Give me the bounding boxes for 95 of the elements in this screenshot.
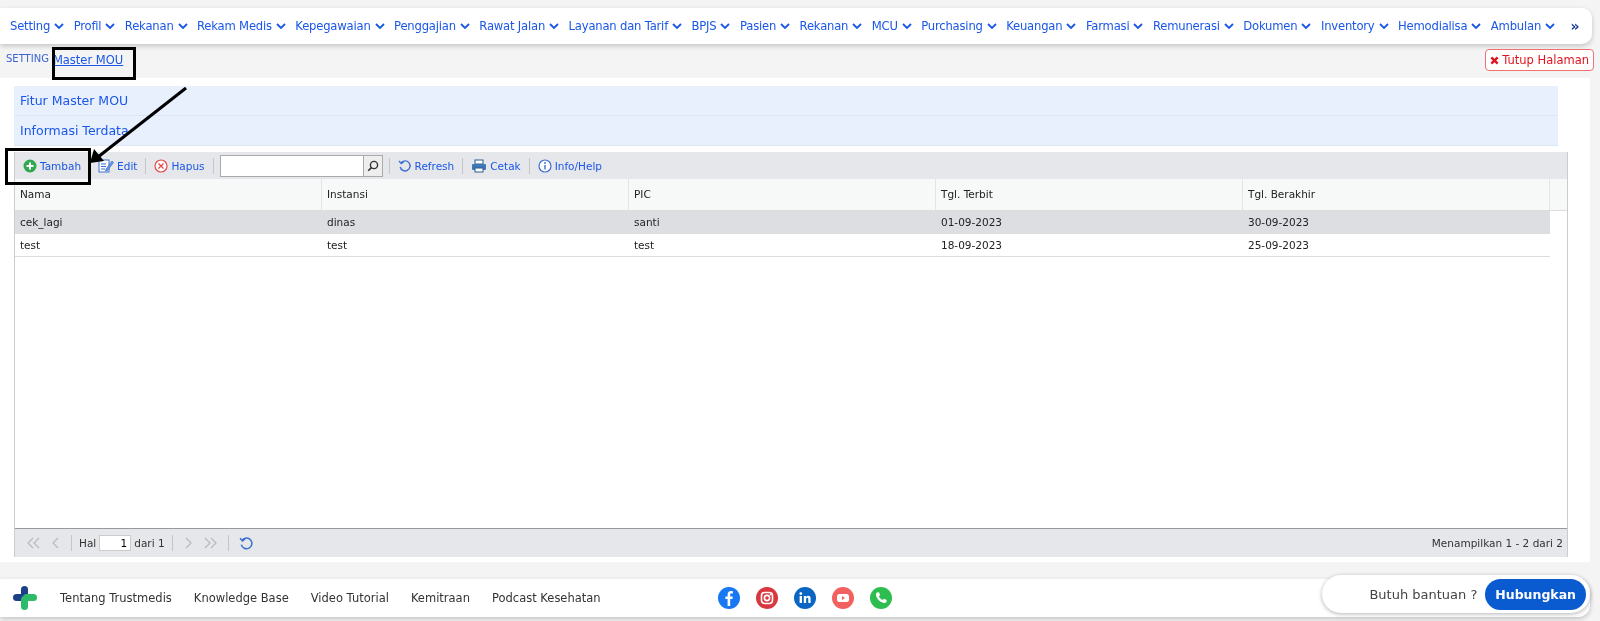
- column-header[interactable]: Tgl. Terbit: [936, 179, 1243, 210]
- refresh-icon: [397, 158, 412, 173]
- menu-item[interactable]: Ambulan: [1490, 19, 1556, 33]
- linkedin-icon[interactable]: [793, 587, 816, 609]
- chevron-down-icon: [1545, 21, 1556, 31]
- menu-item[interactable]: Keuangan: [1006, 19, 1077, 33]
- printer-icon: [471, 158, 488, 173]
- menu-item[interactable]: Profil: [73, 19, 116, 33]
- table-cell-text: test: [326, 238, 349, 253]
- record-summary: Menampilkan 1 - 2 dari 2: [1431, 537, 1563, 549]
- chevron-down-icon: [672, 21, 682, 31]
- table-cell-text: test: [633, 238, 656, 253]
- delete-icon: [154, 158, 169, 173]
- footer-link[interactable]: Podcast Kesehatan: [491, 591, 601, 605]
- chevron-down-icon: [901, 21, 912, 31]
- menu-item[interactable]: Farmasi: [1085, 19, 1144, 33]
- search-icon[interactable]: [362, 155, 382, 176]
- table-cell-text: dinas: [326, 215, 357, 230]
- chevron-down-icon: [780, 21, 791, 31]
- table-cell-text: cek_lagi: [19, 215, 64, 231]
- menu-item[interactable]: MCU: [871, 19, 912, 33]
- menu-item[interactable]: Rekanan: [124, 19, 188, 33]
- menu-item[interactable]: Inventory: [1320, 19, 1389, 33]
- section-header: Informasi Terdata: [14, 116, 1558, 146]
- cross-logo-icon: [12, 585, 38, 611]
- menu-item[interactable]: Hemodialisa: [1398, 19, 1482, 33]
- chevron-down-icon: [1378, 21, 1389, 31]
- chevron-down-icon: [177, 21, 188, 31]
- refresh-button[interactable]: Refresh: [395, 156, 457, 175]
- column-header[interactable]: Tgl. Berakhir: [1243, 179, 1550, 210]
- table-cell-text: 25-09-2023: [1247, 238, 1311, 253]
- footer-link[interactable]: Tentang Trustmedis: [60, 591, 172, 605]
- page-count: dari 1: [134, 537, 165, 549]
- help-prompt: Butuh bantuan ?: [1369, 586, 1478, 602]
- close-page-button[interactable]: Tutup Halaman: [1485, 49, 1594, 71]
- menu-item[interactable]: Setting: [10, 19, 65, 33]
- delete-button[interactable]: Hapus: [152, 156, 207, 175]
- page-number-field[interactable]: 1: [99, 535, 132, 551]
- column-header[interactable]: PIC: [629, 179, 936, 210]
- column-header[interactable]: Instansi: [322, 179, 629, 210]
- menu-item[interactable]: Pasien: [739, 19, 791, 33]
- chevron-down-icon: [1133, 21, 1144, 31]
- chevron-down-icon: [105, 21, 116, 31]
- chevron-down-icon: [374, 21, 385, 31]
- table-row[interactable]: test test test 18-09-2023 25-09-2023: [15, 234, 1550, 257]
- table-cell-text: santi: [633, 215, 661, 230]
- menu-item[interactable]: Layanan dan Tarif: [568, 19, 682, 33]
- footer-link[interactable]: Kemitraan: [410, 591, 470, 605]
- menu-item[interactable]: Purchasing: [921, 19, 997, 33]
- chevron-down-icon: [549, 21, 560, 31]
- chevron-down-icon: [1471, 21, 1482, 31]
- add-button[interactable]: Tambah: [21, 156, 84, 175]
- menu-item[interactable]: Penggajian: [394, 19, 470, 33]
- chevron-down-icon: [459, 21, 470, 31]
- menu-item[interactable]: Kepegawaian: [295, 19, 385, 33]
- footer-link[interactable]: Knowledge Base: [193, 591, 289, 605]
- more-menu-button[interactable]: »: [1570, 18, 1580, 34]
- instagram-icon[interactable]: [755, 587, 778, 609]
- footer-link[interactable]: Video Tutorial: [310, 591, 389, 605]
- chevron-down-icon: [852, 21, 863, 31]
- facebook-icon[interactable]: [717, 587, 740, 609]
- table-cell-text: 30-09-2023: [1247, 215, 1311, 230]
- contact-button[interactable]: Hubungkan: [1485, 578, 1586, 610]
- table-cell-text: 01-09-2023: [940, 215, 1004, 230]
- edit-icon: [98, 158, 115, 173]
- menu-item[interactable]: Rawat Jalan: [479, 19, 560, 33]
- breadcrumb-text: SETTING: [6, 52, 49, 64]
- reload-icon[interactable]: [238, 535, 254, 551]
- info-icon: [537, 158, 552, 173]
- print-button[interactable]: Cetak: [469, 156, 523, 175]
- table-cell-text: 18-09-2023: [940, 238, 1004, 253]
- chevron-down-icon: [1066, 21, 1077, 31]
- table-row[interactable]: cek_lagi dinas santi 01-09-2023 30-09-2023: [15, 211, 1550, 234]
- chevron-down-icon: [1301, 21, 1312, 31]
- video-play-icon[interactable]: [831, 587, 854, 609]
- chevron-down-icon: [275, 21, 286, 31]
- chevron-down-icon: [986, 21, 997, 31]
- close-icon: [1490, 55, 1500, 65]
- column-header[interactable]: Nama: [15, 179, 322, 210]
- chevron-down-icon: [54, 21, 65, 31]
- menu-item[interactable]: Dokumen: [1243, 19, 1312, 33]
- plus-icon: [23, 158, 37, 173]
- menu-item[interactable]: BPJS: [691, 19, 731, 33]
- edit-button[interactable]: Edit: [96, 156, 140, 175]
- chevron-down-icon: [720, 21, 731, 31]
- info-button[interactable]: Info/Help: [535, 156, 604, 175]
- section-header: Fitur Master MOU: [14, 86, 1558, 116]
- menu-item[interactable]: Remunerasi: [1152, 19, 1234, 33]
- table-cell-text: test: [19, 238, 42, 253]
- phone-icon[interactable]: [869, 587, 892, 609]
- menu-item[interactable]: Rekam Medis: [197, 19, 286, 33]
- page-label: Hal: [79, 537, 97, 549]
- menu-item[interactable]: Rekanan: [799, 19, 863, 33]
- chevron-down-icon: [1223, 21, 1234, 31]
- search-field[interactable]: [219, 154, 383, 177]
